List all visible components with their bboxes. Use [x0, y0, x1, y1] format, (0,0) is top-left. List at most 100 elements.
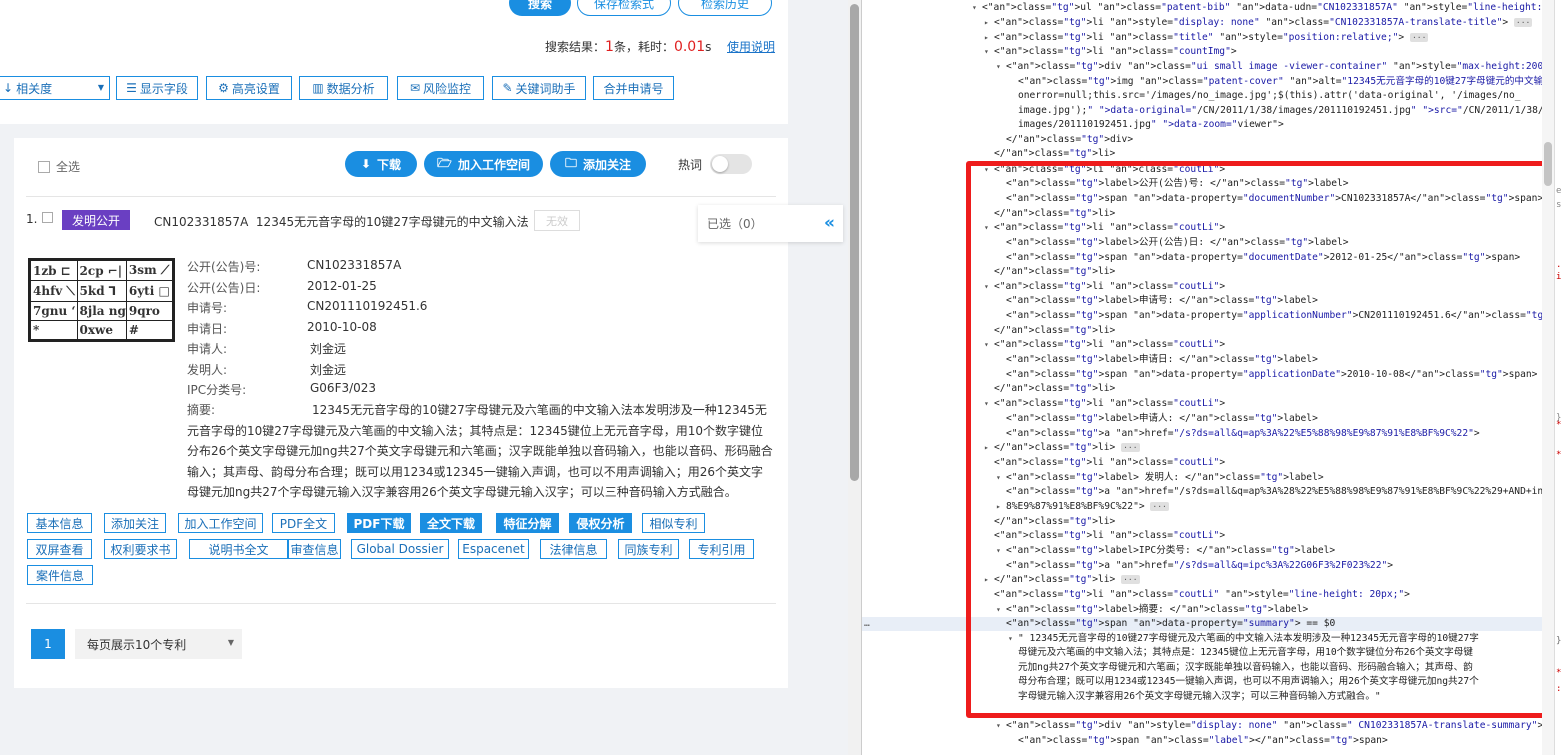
dom-node-text: <"an">class="tg">li "an">class="title" "… — [994, 32, 1405, 43]
field-value[interactable]: 刘金远 — [310, 361, 346, 378]
action-button[interactable]: 侵权分析 — [569, 513, 632, 533]
search-history-button[interactable]: 检索历史 — [678, 0, 772, 16]
keyboard-key: 1zb ⊏ — [30, 259, 78, 282]
dom-node-line[interactable]: ▾ <"an">class="tg">ul "an">class="patent-… — [972, 1, 1565, 15]
result-time: 0.01 — [673, 39, 706, 55]
collapsed-triangle-icon[interactable]: ▸ — [984, 16, 994, 30]
item-checkbox[interactable] — [42, 212, 53, 223]
field-value: 2012-01-25 — [307, 278, 377, 293]
dom-node-line[interactable]: ▾ <"an">class="tg">div "an">class="ui sma… — [996, 60, 1565, 74]
action-button[interactable]: 案件信息 — [27, 565, 93, 585]
result-prefix: 搜索结果： — [545, 40, 606, 54]
sort-select-label: 相关度 — [16, 81, 53, 96]
action-button[interactable]: 全文下载 — [420, 513, 482, 533]
mail-icon: ✉ — [409, 81, 421, 95]
dom-node-line[interactable]: ▾ <"an">class="tg">li "an">class="countIm… — [984, 45, 1237, 59]
download-button[interactable]: ⬇ 下载 — [345, 151, 417, 177]
field-label: 公开(公告)号: — [187, 260, 261, 274]
action-button[interactable]: 专利引用 — [689, 539, 754, 559]
action-button[interactable]: 双屏查看 — [27, 539, 92, 559]
add-follow-label: 添加关注 — [583, 157, 632, 172]
help-link[interactable]: 使用说明 — [727, 38, 775, 55]
data-analysis-button[interactable]: ▥ 数据分析 — [299, 76, 388, 100]
patent-search-app: 搜索 保存检索式 检索历史 搜索结果：1条，耗时：0.01s 使用说明 ↓ 相关… — [0, 0, 848, 755]
field-value: CN102331857A — [307, 258, 402, 272]
action-button[interactable]: 审查信息 — [288, 539, 341, 559]
action-button[interactable]: 权利要求书 — [104, 539, 177, 559]
action-button[interactable]: PDF下载 — [347, 513, 411, 533]
highlight-settings-button[interactable]: ⚙ 高亮设置 — [206, 76, 292, 100]
dom-node-line[interactable]: images/201110192451.jpg" ">data-zoom="vi… — [1018, 118, 1284, 132]
action-button[interactable]: Espacenet — [458, 539, 529, 559]
devtools-scrollbar-thumb[interactable] — [1544, 142, 1552, 186]
sort-icon: ↓ — [3, 81, 14, 95]
download-icon: ⬇ — [360, 157, 372, 171]
dom-node-text: </"an">class="tg">div> — [1006, 134, 1134, 145]
action-button[interactable]: 同族专利 — [618, 539, 679, 559]
search-button[interactable]: 搜索 — [509, 0, 571, 16]
ellipsis-icon[interactable]: ··· — [1409, 33, 1429, 42]
dom-node-line[interactable]: </"an">class="tg">li> — [994, 147, 1115, 161]
action-button[interactable]: 特征分解 — [496, 513, 559, 533]
hotword-toggle[interactable] — [710, 154, 752, 174]
search-header: 搜索 保存检索式 检索历史 搜索结果：1条，耗时：0.01s 使用说明 ↓ 相关… — [0, 0, 788, 124]
display-fields-button[interactable]: ☰ 显示字段 — [116, 76, 198, 100]
dom-node-line[interactable]: image.jpg');" ">data-original="/CN/2011/… — [1018, 104, 1544, 118]
keyboard-row: 1zb ⊏ 2cp ⌐| 3sm ⟋ — [30, 259, 174, 282]
field-label: 申请人: — [187, 342, 228, 356]
save-query-button[interactable]: 保存检索式 — [577, 0, 671, 16]
action-button[interactable]: Global Dossier — [351, 539, 449, 559]
expanded-triangle-icon[interactable]: ▾ — [996, 719, 1006, 733]
action-button[interactable]: 法律信息 — [540, 539, 607, 559]
expanded-triangle-icon[interactable]: ▾ — [972, 1, 982, 15]
field-value: CN201110192451.6 — [307, 299, 428, 313]
dom-node-line[interactable]: onerror=null;this.src='/images/no_image.… — [1018, 89, 1521, 103]
expanded-triangle-icon[interactable]: ▾ — [996, 60, 1006, 74]
action-button[interactable]: 说明书全文 — [189, 539, 288, 559]
field-label: 发明人: — [187, 362, 228, 377]
dom-node-text: images/201110192451.jpg" ">data-zoom="vi… — [1018, 119, 1284, 130]
action-button[interactable]: 基本信息 — [27, 513, 92, 533]
expanded-triangle-icon[interactable]: ▾ — [984, 45, 994, 59]
per-page-select[interactable]: 每页展示10个专利 ▼ — [75, 629, 242, 659]
keyword-assistant-label: 关键词助手 — [515, 81, 576, 96]
patent-title[interactable]: CN102331857A 12345无元音字母的10键27字母键元的中文输入法 — [154, 213, 529, 230]
dom-node-line[interactable]: ▾ <"an">class="tg">div "an">style="displa… — [996, 719, 1543, 733]
gutter-char: * — [1556, 450, 1562, 460]
risk-monitor-button[interactable]: ✉ 风险监控 — [397, 76, 484, 100]
page-scrollbar-thumb[interactable] — [850, 4, 859, 481]
patent-cover-image[interactable]: 1zb ⊏ 2cp ⌐| 3sm ⟋ 4hfv ⟍ 5kd ⅂ 6yti □ 7gnu ʻ8… — [28, 258, 175, 342]
dom-node-line[interactable]: </"an">class="tg">div> — [1006, 133, 1133, 147]
keyword-assistant-button[interactable]: ✎ 关键词助手 — [492, 76, 586, 100]
sort-select[interactable]: ↓ 相关度 ▼ — [0, 76, 110, 100]
dom-node-line[interactable]: <"an">class="tg">span "an">class="label"… — [1018, 734, 1388, 748]
select-all[interactable]: 全选 — [38, 158, 80, 175]
page-number-button[interactable]: 1 — [31, 629, 65, 659]
action-button[interactable]: PDF全文 — [272, 513, 335, 533]
risk-monitor-label: 风险监控 — [423, 81, 472, 96]
merge-application-button[interactable]: 合并申请号 — [593, 76, 674, 100]
dom-node-text: </"an">class="tg">li> — [994, 148, 1116, 159]
result-summary: 搜索结果：1条，耗时：0.01s — [545, 38, 711, 55]
action-button[interactable]: 相似专利 — [642, 513, 705, 533]
dom-node-line[interactable]: ▸ <"an">class="tg">li "an">class="title" … — [984, 31, 1429, 45]
select-all-checkbox[interactable] — [38, 160, 50, 173]
edit-icon: ✎ — [502, 81, 513, 95]
field-value[interactable]: G06F3/023 — [310, 381, 376, 395]
double-chevron-left-icon[interactable]: « — [824, 213, 835, 233]
add-follow-button[interactable]: 🗀 添加关注 — [550, 151, 646, 177]
keyboard-key: 5kd ⅂ — [76, 280, 127, 302]
dom-node-line[interactable]: <"an">class="tg">img "an">class="patent-… — [1018, 75, 1565, 89]
collapsed-triangle-icon[interactable]: ▸ — [984, 31, 994, 45]
dom-node-line[interactable]: ▸ <"an">class="tg">li "an">style="display… — [984, 16, 1533, 30]
gutter-char: * — [1556, 420, 1562, 430]
add-workspace-button[interactable]: 🗁 加入工作空间 — [424, 151, 543, 177]
node-menu-dots[interactable]: … — [864, 617, 870, 631]
ellipsis-icon[interactable]: ··· — [1513, 18, 1533, 27]
field-value[interactable]: 刘金远 — [310, 340, 346, 357]
devtools-scrollbar[interactable] — [1542, 0, 1554, 755]
hotword-label: 热词 — [678, 158, 703, 172]
selected-panel[interactable]: 已选（0） « — [698, 205, 843, 242]
action-button[interactable]: 加入工作空间 — [178, 513, 263, 533]
action-button[interactable]: 添加关注 — [104, 513, 166, 533]
